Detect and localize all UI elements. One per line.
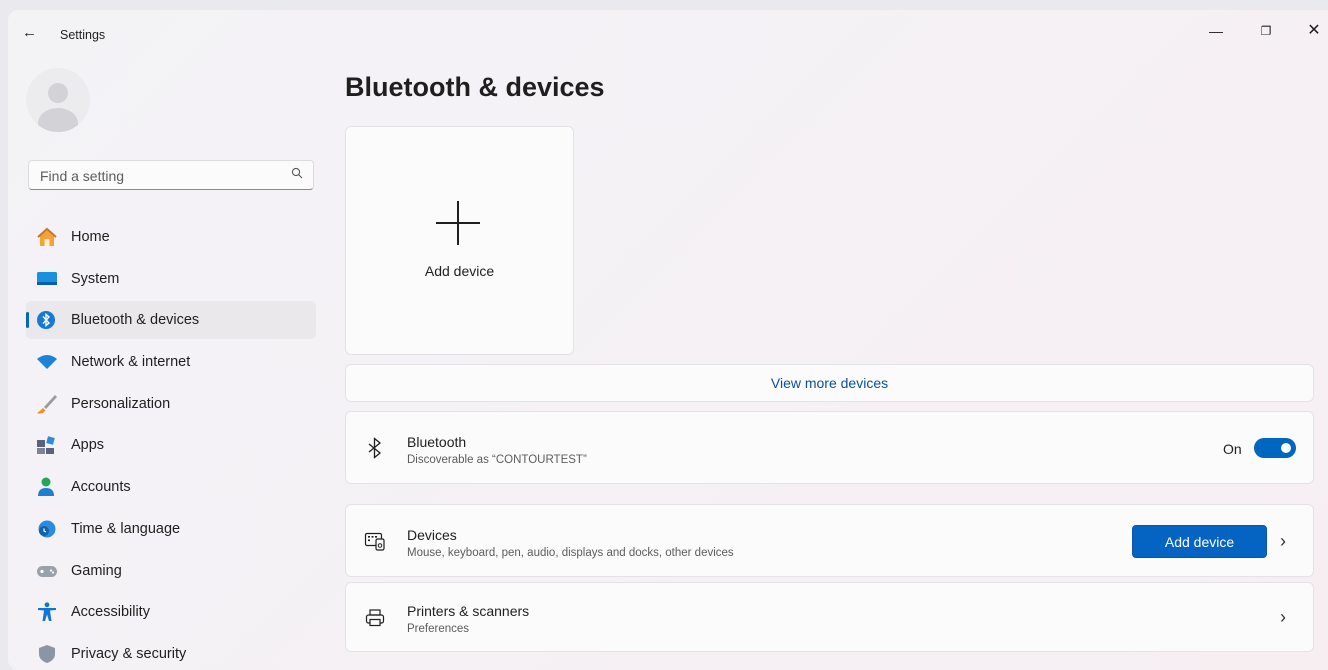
shield-icon: [36, 644, 58, 664]
bluetooth-toggle-label: On: [1223, 441, 1242, 457]
plus-icon: [436, 201, 480, 245]
sidebar-item-time-language[interactable]: Time & language: [26, 510, 316, 548]
minimize-button[interactable]: —: [1204, 20, 1228, 42]
add-device-tile[interactable]: Add device: [345, 126, 574, 355]
bluetooth-title: Bluetooth: [407, 434, 467, 450]
bluetooth-icon: [36, 310, 58, 330]
bluetooth-subtitle: Discoverable as “CONTOURTEST”: [407, 454, 587, 466]
sidebar-item-label: Network & internet: [71, 354, 191, 371]
sidebar-nav: Home System Bluetooth & devices Network …: [26, 218, 316, 670]
printers-subtitle: Preferences: [407, 623, 470, 635]
sidebar-item-network[interactable]: Network & internet: [26, 343, 316, 381]
devices-row[interactable]: Devices Mouse, keyboard, pen, audio, dis…: [345, 504, 1314, 577]
app-title: Settings: [60, 28, 106, 42]
sidebar-item-accounts[interactable]: Accounts: [26, 468, 316, 506]
bluetooth-toggle[interactable]: [1254, 438, 1296, 458]
search-box[interactable]: [28, 160, 314, 190]
sidebar-item-accessibility[interactable]: Accessibility: [26, 593, 316, 631]
page-title: Bluetooth & devices: [345, 72, 605, 102]
sidebar-item-bluetooth[interactable]: Bluetooth & devices: [26, 301, 316, 340]
restore-button[interactable]: ❐: [1254, 20, 1278, 42]
title-bar: ← Settings — ❐ ✕: [8, 10, 1328, 62]
avatar-head: [48, 83, 68, 103]
sidebar-item-privacy[interactable]: Privacy & security: [26, 635, 316, 670]
sidebar-item-label: Accounts: [71, 479, 131, 496]
globe-clock-icon: [36, 519, 58, 539]
brush-icon: [36, 394, 58, 414]
sidebar-item-gaming[interactable]: Gaming: [26, 552, 316, 590]
add-device-button[interactable]: Add device: [1132, 525, 1267, 558]
back-arrow-icon[interactable]: ←: [22, 24, 37, 41]
chevron-right-icon[interactable]: ›: [1280, 531, 1286, 552]
avatar-body: [38, 108, 78, 132]
sidebar-item-home[interactable]: Home: [26, 218, 316, 256]
sidebar-item-system[interactable]: System: [26, 260, 316, 298]
sidebar-item-label: Apps: [71, 437, 105, 454]
gamepad-icon: [36, 561, 58, 581]
settings-window: ← Settings — ❐ ✕ Home System: [8, 10, 1328, 670]
view-more-devices-button[interactable]: View more devices: [345, 364, 1314, 402]
sidebar-item-label: Personalization: [71, 395, 171, 412]
devices-subtitle: Mouse, keyboard, pen, audio, displays an…: [407, 547, 734, 559]
printers-title: Printers & scanners: [407, 603, 530, 619]
monitor-icon: [36, 269, 58, 289]
devices-title: Devices: [407, 527, 457, 543]
sidebar-item-personalization[interactable]: Personalization: [26, 385, 316, 423]
sidebar-item-label: Home: [71, 229, 110, 245]
view-more-devices-label: View more devices: [770, 375, 889, 391]
selection-indicator: [26, 312, 29, 329]
printers-scanners-row[interactable]: Printers & scanners Preferences ›: [345, 582, 1314, 652]
sidebar-item-label: Bluetooth & devices: [71, 312, 200, 329]
search-icon[interactable]: [291, 167, 303, 182]
bluetooth-row: Bluetooth Discoverable as “CONTOURTEST” …: [345, 411, 1314, 484]
sidebar-item-label: Accessibility: [71, 604, 150, 621]
person-icon: [36, 477, 58, 497]
sidebar-item-label: System: [71, 270, 120, 287]
bluetooth-icon: [364, 437, 386, 459]
accessibility-icon: [36, 602, 58, 622]
devices-icon: [364, 530, 386, 552]
home-icon: [36, 227, 58, 247]
search-input[interactable]: [38, 165, 282, 187]
sidebar-item-label: Privacy & security: [71, 645, 187, 662]
sidebar-item-apps[interactable]: Apps: [26, 426, 316, 464]
printer-icon: [364, 607, 386, 629]
sidebar-item-label: Time & language: [71, 520, 181, 537]
sidebar-item-label: Gaming: [71, 562, 122, 579]
wifi-icon: [36, 352, 58, 372]
add-device-tile-label: Add device: [424, 263, 495, 279]
toggle-knob: [1281, 443, 1291, 453]
chevron-right-icon[interactable]: ›: [1280, 607, 1286, 628]
avatar[interactable]: [26, 68, 90, 132]
apps-icon: [36, 435, 58, 455]
close-button[interactable]: ✕: [1302, 20, 1326, 42]
